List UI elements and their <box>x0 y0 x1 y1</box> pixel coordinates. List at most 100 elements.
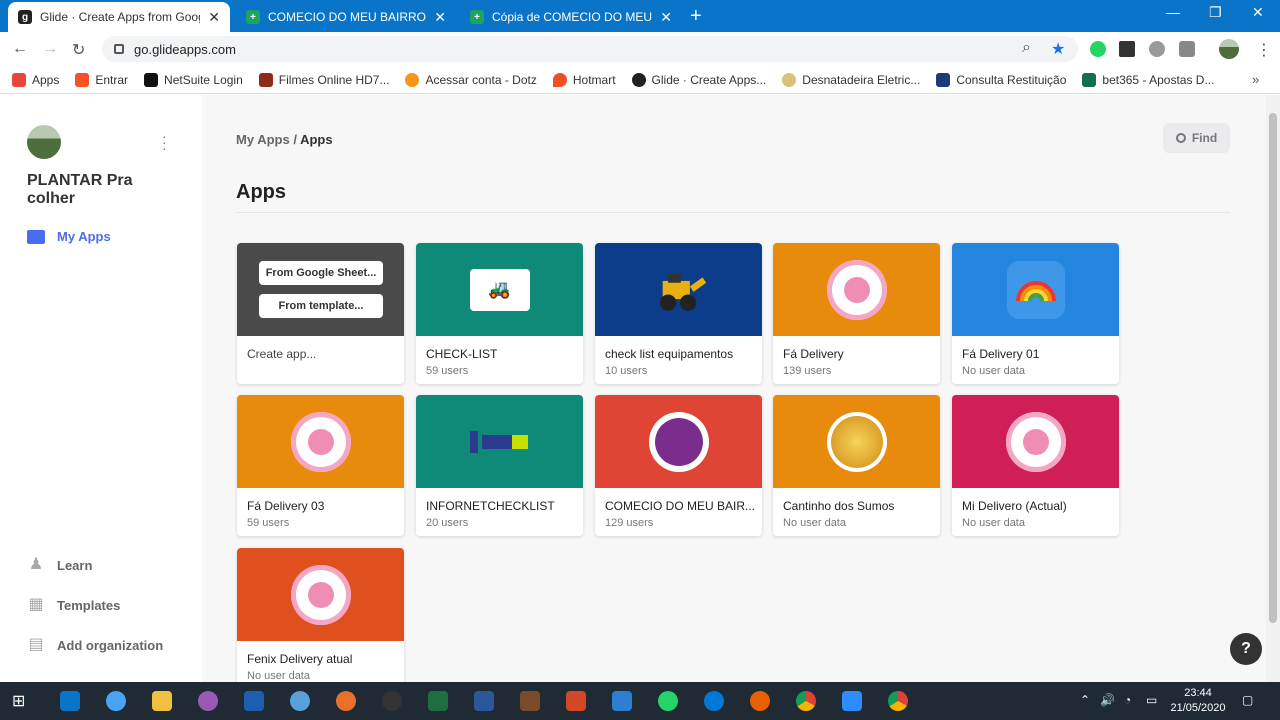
browser-tab-sheet-2[interactable]: + Cópia de COMECIO DO MEU BAI ✕ <box>460 2 682 32</box>
restore-icon[interactable]: ❐ <box>1209 4 1222 21</box>
bookmark-desnatadeira[interactable]: Desnatadeira Eletric... <box>782 72 921 87</box>
maps-icon[interactable] <box>198 691 218 711</box>
app-name: CHECK-LIST <box>426 347 498 361</box>
sidebar-item-my-apps[interactable]: My Apps <box>27 229 111 244</box>
whatsapp-icon[interactable] <box>658 691 678 711</box>
sidebar-item-add-organization[interactable]: ▤ Add organization <box>27 636 163 654</box>
bookmark-bet365[interactable]: bet365 - Apostas D... <box>1082 72 1215 87</box>
reload-icon[interactable]: ↻ <box>72 40 85 60</box>
powerpoint-icon[interactable] <box>566 691 586 711</box>
receita-icon <box>936 72 951 87</box>
app-card-cantinho-dos-sumos[interactable]: Cantinho dos Sumos No user data <box>773 395 940 536</box>
new-tab-icon[interactable]: + <box>690 6 702 26</box>
store-icon[interactable] <box>60 691 80 711</box>
app-card-comecio-do-meu-bairro[interactable]: COMECIO DO MEU BAIR... 129 users <box>595 395 762 536</box>
obs-icon[interactable] <box>382 691 402 711</box>
app-card-infornetchecklist[interactable]: INFORNETCHECKLIST 20 users <box>416 395 583 536</box>
app-thumb <box>952 243 1119 336</box>
scrollbar-thumb[interactable] <box>1269 113 1277 623</box>
notifications-icon[interactable]: ▢ <box>1242 693 1253 707</box>
window-close-icon[interactable]: ✕ <box>1252 4 1264 21</box>
profile-avatar[interactable] <box>1219 39 1239 59</box>
zoom-icon[interactable] <box>842 691 862 711</box>
app-card-fa-delivery-03[interactable]: Fá Delivery 03 59 users <box>237 395 404 536</box>
windows-start-icon[interactable]: ⊞ <box>12 691 32 711</box>
app-card-fenix-delivery-atual[interactable]: Fenix Delivery atual No user data <box>237 548 404 682</box>
bookmark-restituicao[interactable]: Consulta Restituição <box>936 72 1066 87</box>
close-icon[interactable]: ✕ <box>660 9 672 26</box>
app-card-check-list-equipamentos[interactable]: check list equipamentos 10 users <box>595 243 762 384</box>
close-icon[interactable]: ✕ <box>208 9 220 26</box>
back-icon[interactable]: ← <box>12 40 28 58</box>
mail-icon[interactable] <box>612 691 632 711</box>
breadcrumb-root[interactable]: My Apps <box>236 132 290 147</box>
film-icon <box>258 72 273 87</box>
page-scrollbar[interactable] <box>1266 95 1280 682</box>
battery-icon[interactable]: ▭ <box>1146 693 1157 707</box>
breadcrumb-separator: / <box>289 132 301 147</box>
bookmark-dotz[interactable]: Acessar conta - Dotz <box>405 72 537 87</box>
taskbar-clock[interactable]: 23:44 21/05/2020 <box>1166 686 1230 716</box>
bookmark-star-icon[interactable]: ★ <box>1051 39 1065 59</box>
winrar-icon[interactable] <box>520 691 540 711</box>
dotz-icon <box>405 72 420 87</box>
bookmark-entrar[interactable]: Entrar <box>75 72 128 87</box>
zoom-icon[interactable]: ⌕ <box>1022 39 1031 57</box>
add-organization-icon: ▤ <box>28 636 44 653</box>
org-menu-icon[interactable]: · · · <box>162 129 167 155</box>
edge-icon[interactable] <box>704 691 724 711</box>
browser-tab-sheet-1[interactable]: + COMECIO DO MEU BAIRRO - Pla ✕ <box>236 2 456 32</box>
close-icon[interactable]: ✕ <box>434 9 446 26</box>
org-avatar[interactable] <box>27 125 61 159</box>
chrome-icon[interactable] <box>796 691 816 711</box>
chrome-active-icon[interactable] <box>888 691 908 711</box>
app-card-fa-delivery[interactable]: Fá Delivery 139 users <box>773 243 940 384</box>
folder-icon <box>27 229 45 244</box>
app-card-mi-delivero-actual[interactable]: Mi Delivero (Actual) No user data <box>952 395 1119 536</box>
breadcrumb: My Apps / Apps <box>236 132 333 147</box>
app-users: No user data <box>962 517 1025 529</box>
bookmark-netsuite[interactable]: NetSuite Login <box>144 72 243 87</box>
browser-tab-glide[interactable]: g Glide · Create Apps from Google ✕ <box>8 2 230 32</box>
minimize-icon[interactable]: — <box>1166 4 1180 20</box>
qr-extension-icon[interactable] <box>1119 41 1135 57</box>
whatsapp-extension-icon[interactable] <box>1090 41 1106 57</box>
app-users: 139 users <box>783 365 832 377</box>
tray-chevron-icon[interactable]: ⌃ <box>1080 693 1090 707</box>
help-button[interactable]: ? <box>1230 633 1262 665</box>
sidebar-item-templates[interactable]: ▦ Templates <box>27 596 120 614</box>
app-thumb <box>416 395 583 488</box>
bookmark-label: Desnatadeira Eletric... <box>802 72 921 87</box>
bookmark-filmes[interactable]: Filmes Online HD7... <box>258 72 389 87</box>
firefox-icon[interactable] <box>750 691 770 711</box>
app-card-check-list[interactable]: 🚜 CHECK-LIST 59 users <box>416 243 583 384</box>
from-google-sheet-button[interactable]: From Google Sheet... <box>259 261 383 285</box>
word-icon[interactable] <box>474 691 494 711</box>
app-card-fa-delivery-01[interactable]: Fá Delivery 01 No user data <box>952 243 1119 384</box>
basketball-icon[interactable] <box>336 691 356 711</box>
paint-icon[interactable] <box>290 691 310 711</box>
bookmark-apps[interactable]: Apps <box>12 72 59 87</box>
extension-icon-2[interactable] <box>1179 41 1195 57</box>
app-name: Fenix Delivery atual <box>247 652 353 666</box>
excel-icon[interactable] <box>428 691 448 711</box>
file-explorer-icon[interactable] <box>152 691 172 711</box>
bookmark-glide[interactable]: Glide · Create Apps... <box>631 72 766 87</box>
extension-icon[interactable] <box>1149 41 1165 57</box>
find-button[interactable]: Find <box>1163 123 1230 153</box>
address-bar[interactable]: go.glideapps.com <box>102 36 1078 62</box>
vsdc-icon[interactable] <box>244 691 264 711</box>
volume-icon[interactable]: 🔊 <box>1100 693 1115 707</box>
bookmarks-overflow-icon[interactable]: » <box>1252 72 1259 87</box>
learn-icon: ♟ <box>28 556 44 573</box>
app-thumb <box>595 243 762 336</box>
sidebar-item-learn[interactable]: ♟ Learn <box>27 556 93 574</box>
from-template-button[interactable]: From template... <box>259 294 383 318</box>
forward-icon[interactable]: → <box>42 40 58 58</box>
create-app-card[interactable]: From Google Sheet... From template... Cr… <box>237 243 404 384</box>
app-icon[interactable] <box>106 691 126 711</box>
browser-menu-icon[interactable]: ⋮ <box>1256 40 1272 60</box>
bookmark-hotmart[interactable]: Hotmart <box>552 72 616 87</box>
wifi-icon[interactable]: ◔ <box>1124 693 1131 707</box>
bookmark-label: bet365 - Apostas D... <box>1102 72 1215 87</box>
